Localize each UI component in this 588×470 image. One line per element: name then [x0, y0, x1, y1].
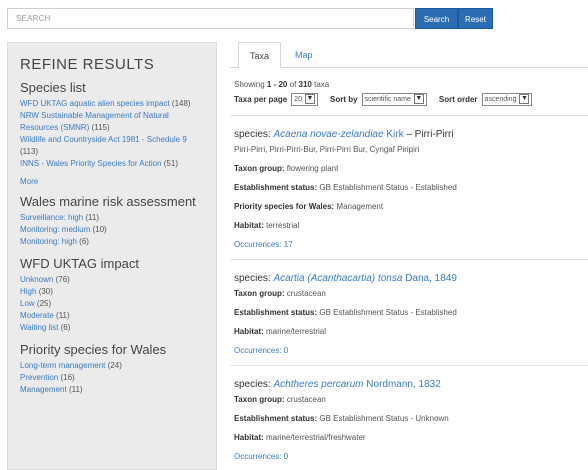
- facet-item[interactable]: Monitoring: high (6): [20, 236, 204, 248]
- results-controls: Taxa per page 20 ▼ Sort by scientific nam…: [230, 92, 588, 106]
- facet-item[interactable]: Wildlife and Countryside Act 1981 - Sche…: [20, 134, 204, 158]
- result-taxon-group: Taxon group: crustacean: [234, 395, 326, 404]
- facet-item[interactable]: Surveillance: high (11): [20, 212, 204, 224]
- sort-by-select[interactable]: scientific name ▼: [361, 92, 427, 106]
- per-page-label: Taxa per page: [234, 94, 288, 104]
- facet-item[interactable]: Unknown (76): [20, 274, 204, 286]
- search-input[interactable]: SEARCH: [7, 8, 414, 29]
- chevron-down-icon: ▼: [413, 94, 424, 104]
- occurrences-link[interactable]: Occurrences: 0: [234, 452, 584, 461]
- sort-by-label: Sort by: [330, 94, 358, 104]
- facet-item[interactable]: WFD UKTAG aquatic alien species impact (…: [20, 98, 204, 110]
- marine-risk-title: Wales marine risk assessment: [20, 194, 196, 209]
- sort-order-select[interactable]: ascending ▼: [481, 92, 533, 106]
- result-habitat: Habitat: marine/terrestrial: [234, 327, 327, 336]
- more-link[interactable]: More: [20, 177, 204, 186]
- result-item: species: Acaena novae-zelandiae Kirk – P…: [230, 116, 588, 260]
- facet-item[interactable]: Low (25): [20, 298, 204, 310]
- result-establishment-status: Establishment status: GB Establishment S…: [234, 414, 449, 423]
- result-taxon-group: Taxon group: crustacean: [234, 289, 326, 298]
- facet-item[interactable]: INNS - Wales Priority Species for Action…: [20, 158, 204, 170]
- result-taxon-group: Taxon group: flowering plant: [234, 164, 339, 173]
- result-title[interactable]: species: Acaena novae-zelandiae Kirk – P…: [234, 129, 584, 140]
- wfd-impact-title: WFD UKTAG impact: [20, 256, 139, 271]
- result-establishment-status: Establishment status: GB Establishment S…: [234, 308, 457, 317]
- facet-item[interactable]: Long-term management (24): [20, 360, 204, 372]
- sort-order-label: Sort order: [438, 94, 478, 104]
- tab-bar: Taxa Map: [230, 42, 588, 68]
- result-priority: Priority species for Wales: Management: [234, 202, 384, 211]
- result-item: species: Achtheres percarum Nordmann, 18…: [230, 366, 588, 461]
- refine-results-title: REFINE RESULTS: [20, 56, 155, 73]
- refine-sidebar: REFINE RESULTS Species list WFD UKTAG aq…: [7, 42, 217, 470]
- result-title[interactable]: species: Achtheres percarum Nordmann, 18…: [234, 379, 584, 390]
- tab-map[interactable]: Map: [284, 42, 324, 68]
- species-list-title: Species list: [20, 80, 86, 95]
- per-page-select[interactable]: 20 ▼: [291, 92, 319, 106]
- result-title[interactable]: species: Acartia (Acanthacartia) tonsa D…: [234, 273, 584, 284]
- facet-item[interactable]: High (30): [20, 286, 204, 298]
- facet-item[interactable]: NRW Sustainable Management of Natural Re…: [20, 110, 204, 134]
- facet-item[interactable]: Prevention (16): [20, 372, 204, 384]
- reset-button[interactable]: Reset: [458, 8, 493, 29]
- result-item: species: Acartia (Acanthacartia) tonsa D…: [230, 260, 588, 366]
- facet-item[interactable]: Waiting list (6): [20, 322, 204, 334]
- tab-taxa[interactable]: Taxa: [238, 42, 282, 68]
- chevron-down-icon: ▼: [305, 94, 316, 104]
- priority-species-title: Priority species for Wales: [20, 342, 167, 357]
- search-button[interactable]: Search: [415, 8, 458, 29]
- results-summary: Showing 1 - 20 of 310 taxa: [234, 80, 330, 89]
- occurrences-link[interactable]: Occurrences: 17: [234, 240, 584, 249]
- result-establishment-status: Establishment status: GB Establishment S…: [234, 183, 457, 192]
- results-panel: Taxa Map Showing 1 - 20 of 310 taxa Taxa…: [230, 42, 588, 470]
- occurrences-link[interactable]: Occurrences: 0: [234, 346, 584, 355]
- result-common-names: Pirri-Pirri, Pirri-Pirri-Bur, Pirri-Pirr…: [234, 145, 420, 154]
- result-habitat: Habitat: marine/terrestrial/freshwater: [234, 433, 366, 442]
- facet-item[interactable]: Moderate (11): [20, 310, 204, 322]
- result-habitat: Habitat: terrestrial: [234, 221, 300, 230]
- chevron-down-icon: ▼: [519, 94, 530, 104]
- facet-item[interactable]: Monitoring: medium (10): [20, 224, 204, 236]
- facet-item[interactable]: Management (11): [20, 384, 204, 396]
